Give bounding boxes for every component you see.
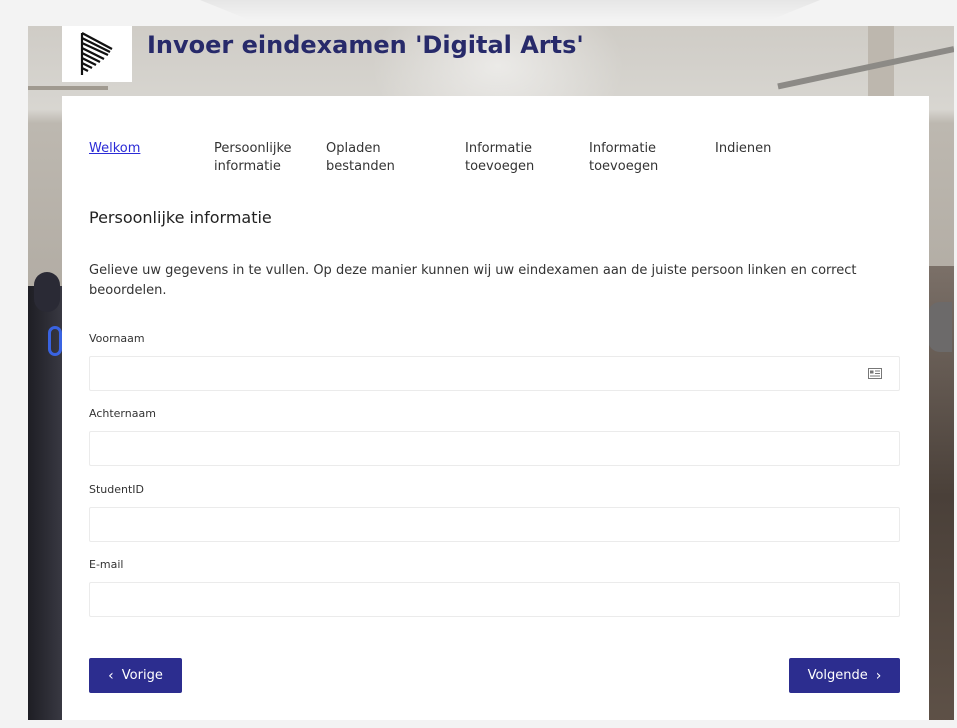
studentid-input[interactable] bbox=[89, 507, 900, 542]
section-heading: Persoonlijke informatie bbox=[89, 208, 272, 227]
page-title: Invoer eindexamen 'Digital Arts' bbox=[147, 31, 584, 59]
studentid-label: StudentID bbox=[89, 483, 145, 496]
step-persoonlijke-informatie[interactable]: Persoonlijke informatie bbox=[214, 140, 314, 176]
previous-button[interactable]: ‹ Vorige bbox=[89, 658, 182, 693]
next-button-label: Volgende bbox=[807, 668, 868, 683]
contact-card-icon[interactable] bbox=[868, 368, 882, 379]
previous-button-label: Vorige bbox=[121, 668, 163, 683]
step-informatie-toevoegen-1[interactable]: Informatie toevoegen bbox=[465, 140, 555, 176]
step-welkom[interactable]: Welkom bbox=[89, 140, 199, 158]
next-button[interactable]: Volgende › bbox=[789, 658, 900, 693]
form-card: Welkom Persoonlijke informatie Opladen b… bbox=[62, 96, 929, 720]
logo bbox=[62, 26, 132, 82]
achternaam-input[interactable] bbox=[89, 431, 900, 466]
background-head-right bbox=[928, 302, 952, 352]
background-beam-left bbox=[28, 86, 108, 90]
chevron-left-icon: ‹ bbox=[108, 667, 114, 684]
email-label: E-mail bbox=[89, 558, 124, 571]
achternaam-label: Achternaam bbox=[89, 407, 156, 420]
top-shade bbox=[200, 0, 820, 20]
intro-text: Gelieve uw gegevens in te vullen. Op dez… bbox=[89, 263, 857, 298]
step-informatie-toevoegen-2[interactable]: Informatie toevoegen bbox=[589, 140, 679, 176]
voornaam-label: Voornaam bbox=[89, 332, 145, 345]
step-indienen[interactable]: Indienen bbox=[715, 140, 805, 158]
step-opladen-bestanden[interactable]: Opladen bestanden bbox=[326, 140, 416, 176]
chevron-right-icon: › bbox=[875, 667, 882, 684]
email-input[interactable] bbox=[89, 582, 900, 617]
voornaam-input[interactable] bbox=[89, 356, 900, 391]
step-navigation: Welkom Persoonlijke informatie Opladen b… bbox=[89, 140, 909, 180]
background-beam bbox=[777, 46, 954, 90]
background-headphones bbox=[48, 326, 62, 356]
striped-triangle-logo-icon bbox=[80, 32, 113, 75]
